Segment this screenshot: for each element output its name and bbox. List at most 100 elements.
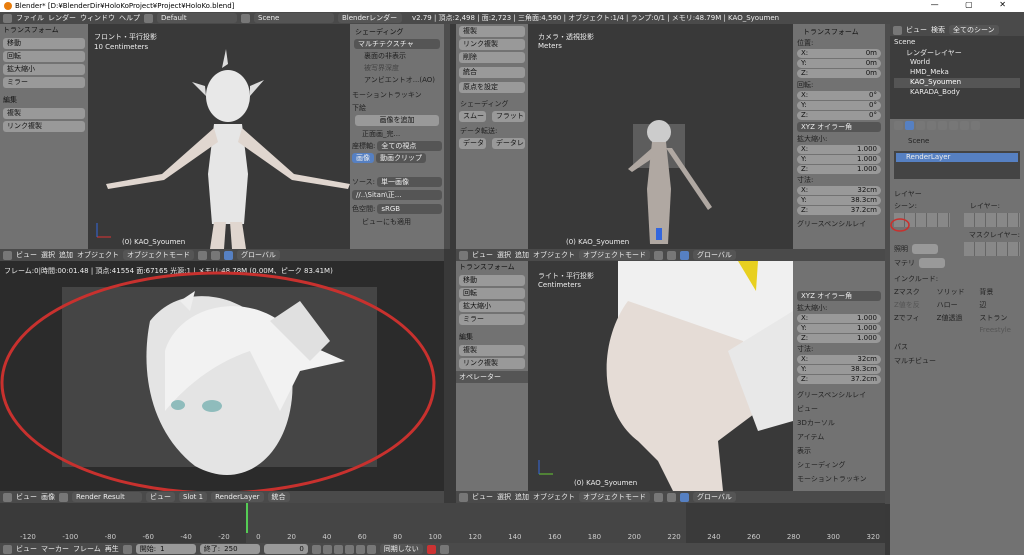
sync-mode-select[interactable]: 同期しない <box>379 544 423 554</box>
duplicate-button[interactable]: 複製 <box>3 108 85 119</box>
viewport-front[interactable]: フロント・平行投影 10 Centimeters (0) KAO_Syoumen <box>88 24 350 249</box>
scale-x-field[interactable]: X: 1.000 <box>797 145 881 154</box>
ztransp-fill-check[interactable]: Zでフィ <box>894 313 935 323</box>
menu-file[interactable]: ファイル <box>16 13 44 23</box>
image-browse-icon[interactable] <box>59 492 68 502</box>
shading-mode-select[interactable]: マルチテクスチャ <box>354 39 440 49</box>
strand-check[interactable]: ストラン <box>979 313 1020 323</box>
mid-join-button[interactable]: 統合 <box>459 67 525 78</box>
camera-add-menu[interactable]: 追加 <box>515 250 529 260</box>
render-layer-grid[interactable] <box>964 213 1020 227</box>
add-image-button[interactable]: 画像を追加 <box>355 115 439 126</box>
front-mode-select[interactable]: オブジェクトモード <box>123 250 194 260</box>
front-editor-icon[interactable] <box>3 250 12 260</box>
viewport-side[interactable]: ライト・平行投影 Centimeters (0) KAO_Syoumen <box>528 261 793 491</box>
side-orientation-select[interactable]: グローバル <box>693 492 736 502</box>
image-pass-select[interactable]: 統合 <box>267 492 290 502</box>
bottom-dim-x-field[interactable]: X: 32cm <box>797 355 881 364</box>
location-y-field[interactable]: Y: 0m <box>797 59 881 68</box>
current-frame-field[interactable]: 0 <box>263 544 308 554</box>
bottom-scale-x-field[interactable]: X: 1.000 <box>797 314 881 323</box>
right-scrollbar[interactable] <box>885 24 890 504</box>
panel-grease-pencil[interactable]: グリースペンシルレイ <box>797 390 881 400</box>
linked-duplicate-button[interactable]: リンク複製 <box>3 121 85 132</box>
operator-panel[interactable]: オペレーター <box>456 371 528 383</box>
camera-shading-icon[interactable] <box>654 250 663 260</box>
scene-icon[interactable] <box>241 13 250 23</box>
render-layers-tab-icon[interactable] <box>905 121 914 130</box>
panel-motion-tracking[interactable]: モーショントラッキン <box>797 474 881 484</box>
panel-display[interactable]: 表示 <box>797 446 881 456</box>
mid-linked-duplicate-button[interactable]: リンク複製 <box>459 39 525 50</box>
camera-view-menu[interactable]: ビュー <box>472 250 493 260</box>
image-layer-select[interactable]: RenderLayer <box>211 492 264 502</box>
shading-header[interactable]: シェーディング <box>352 26 442 38</box>
bottom-dim-y-field[interactable]: Y: 38.3cm <box>797 365 881 374</box>
front-view-menu[interactable]: ビュー <box>16 250 37 260</box>
end-frame-field[interactable]: 終了: 250 <box>199 544 260 554</box>
image-slot-select[interactable]: Slot 1 <box>179 492 208 502</box>
colorspace-select[interactable]: sRGB <box>377 204 442 214</box>
window-controls[interactable]: — ▢ ✕ <box>931 0 1018 9</box>
bottom-dim-z-field[interactable]: Z: 37.2cm <box>797 375 881 384</box>
data-button[interactable]: データ <box>459 138 486 149</box>
zinvert-check[interactable]: Z値を反 <box>894 300 935 310</box>
multiview-panel[interactable]: マルチビュー <box>894 356 1020 366</box>
bottom-scale-y-field[interactable]: Y: 1.000 <box>797 324 881 333</box>
bottom-rotation-mode-select[interactable]: XYZ オイラー角 <box>797 291 881 301</box>
edge-check[interactable]: 辺 <box>979 300 1020 310</box>
mask-layer-grid[interactable] <box>964 242 1020 256</box>
properties-scrollbar[interactable] <box>444 24 450 249</box>
outliner-editor-icon[interactable] <box>893 25 902 35</box>
dimensions-z-field[interactable]: Z: 37.2cm <box>797 206 881 215</box>
preview-range-icon[interactable] <box>122 544 132 554</box>
tab-image[interactable]: 画像 <box>352 153 374 163</box>
object-tab-icon[interactable] <box>938 121 947 130</box>
side-select-menu[interactable]: 選択 <box>497 492 511 502</box>
playback-controls[interactable] <box>311 544 376 554</box>
outliner-item-render-layers[interactable]: レンダーレイヤー <box>894 48 1020 58</box>
bottom-scale-z-field[interactable]: Z: 1.000 <box>797 334 881 343</box>
move-button[interactable]: 移動 <box>3 38 85 49</box>
constraints-tab-icon[interactable] <box>949 121 958 130</box>
tab-movie-clip[interactable]: 動画クリップ <box>376 153 426 163</box>
editor-type-icon[interactable] <box>3 13 12 23</box>
motion-tracking-panel[interactable]: モーショントラッキン <box>352 90 442 100</box>
mirror-button[interactable]: ミラー <box>3 77 85 88</box>
halo-check[interactable]: ハロー <box>937 300 978 310</box>
mid-rotate-button[interactable]: 回転 <box>459 288 525 299</box>
dimensions-x-field[interactable]: X: 32cm <box>797 186 881 195</box>
front-select-menu[interactable]: 選択 <box>41 250 55 260</box>
image-display-select[interactable]: ビュー <box>146 492 175 502</box>
outliner-item-world[interactable]: World <box>894 58 1020 68</box>
outliner-search-menu[interactable]: 検索 <box>931 25 945 35</box>
scale-y-field[interactable]: Y: 1.000 <box>797 155 881 164</box>
passes-panel[interactable]: パス <box>894 342 1020 352</box>
record-icon[interactable] <box>426 544 436 554</box>
front-pivot-icon[interactable] <box>211 250 220 260</box>
panel-shading[interactable]: シェーディング <box>797 460 881 470</box>
layout-select[interactable]: Default <box>157 13 237 23</box>
axis-select[interactable]: 全ての視点 <box>377 141 442 151</box>
menu-render[interactable]: レンダー <box>48 13 76 23</box>
layer-panel-header[interactable]: レイヤー <box>894 189 1020 199</box>
background-image-name[interactable]: 正面画_完... <box>352 129 442 139</box>
camera-object-menu[interactable]: オブジェクト <box>533 250 575 260</box>
timeline[interactable]: -120 -100 -80 -60 -40 -20 0 20 40 60 80 100 120 140 16… <box>0 503 885 543</box>
image-editor-render[interactable]: フレーム:0|時間:00:01.48 | 頂点:41554 面:67165 光源… <box>0 261 444 491</box>
layout-icon[interactable] <box>144 13 153 23</box>
mid-duplicate2-button[interactable]: 複製 <box>459 345 525 356</box>
menu-window[interactable]: ウィンドウ <box>80 13 115 23</box>
smooth-button[interactable]: スムー <box>459 111 486 122</box>
mid-edit-header[interactable]: 編集 <box>456 331 528 343</box>
side-mode-select[interactable]: オブジェクトモード <box>579 492 650 502</box>
camera-manipulator-icon[interactable] <box>680 250 689 260</box>
front-shading-icon[interactable] <box>198 250 207 260</box>
solid-check[interactable]: ソリッド <box>937 287 978 297</box>
image-image-menu[interactable]: 画像 <box>41 492 55 502</box>
front-add-menu[interactable]: 追加 <box>59 250 73 260</box>
rotation-mode-select[interactable]: XYZ オイラー角 <box>797 122 881 132</box>
transform-header[interactable]: トランスフォーム <box>0 24 88 36</box>
play-reverse-icon[interactable] <box>333 544 343 554</box>
rotation-z-field[interactable]: Z: 0° <box>797 111 881 120</box>
